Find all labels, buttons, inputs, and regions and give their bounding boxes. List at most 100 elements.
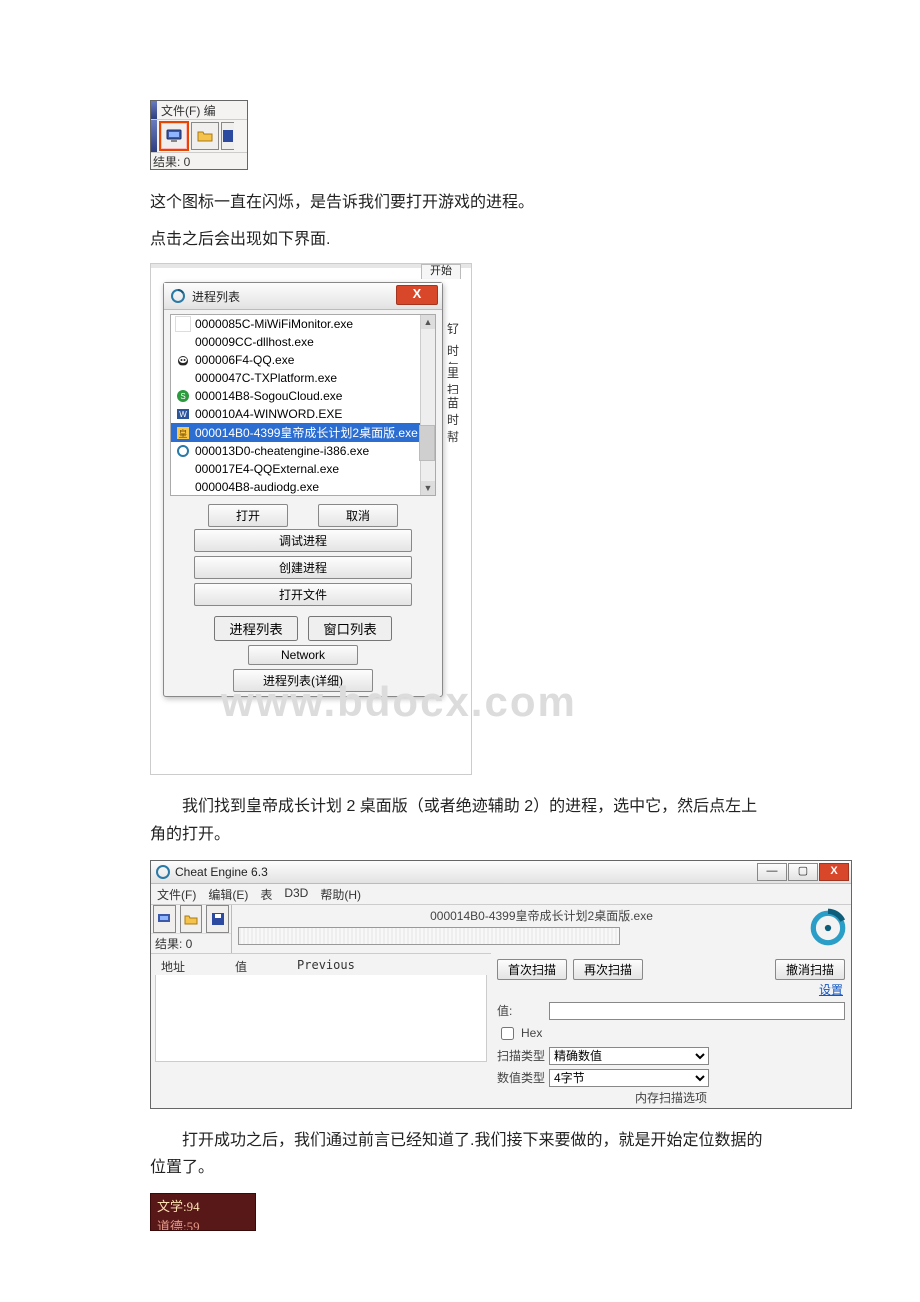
create-process-button[interactable]: 创建进程: [194, 556, 412, 579]
window-title: Cheat Engine 6.3: [175, 865, 268, 879]
col-previous[interactable]: Previous: [297, 958, 355, 975]
process-item[interactable]: 000009CC-dllhost.exe: [171, 333, 435, 351]
undo-scan-button[interactable]: 撤消扫描: [775, 959, 845, 980]
col-value[interactable]: 值: [235, 958, 247, 975]
results-label: 结果: 0: [151, 153, 247, 169]
open-button[interactable]: 打开: [208, 504, 288, 527]
results-area: [155, 975, 487, 1062]
cheat-engine-logo: [807, 907, 849, 949]
paragraph-3: 我们找到皇帝成长计划 2 桌面版（或者绝迹辅助 2）的进程，选中它，然后点左上角…: [150, 793, 770, 847]
cheat-engine-icon: [175, 443, 191, 459]
toolbar-fragment: 文件(F) 编 结果: 0: [150, 100, 248, 170]
scantype-select[interactable]: 精确数值: [549, 1047, 709, 1065]
paragraph-1: 这个图标一直在闪烁，是告诉我们要打开游戏的进程。: [150, 189, 770, 216]
result-columns: 地址 值 Previous: [151, 953, 491, 975]
bg-fragment: 苗时幇: [447, 394, 467, 445]
scrollbar-thumb[interactable]: [419, 425, 435, 461]
process-label: 000006F4-QQ.exe: [195, 353, 294, 367]
save-button[interactable]: [221, 122, 234, 150]
process-item[interactable]: 000006F4-QQ.exe: [171, 351, 435, 369]
open-process-button[interactable]: [153, 905, 176, 933]
process-label: 000009CC-dllhost.exe: [195, 335, 314, 349]
process-list-detail-button[interactable]: 进程列表(详细): [233, 669, 373, 692]
process-label: 0000047C-TXPlatform.exe: [195, 371, 337, 385]
cancel-button[interactable]: 取消: [318, 504, 398, 527]
save-button[interactable]: [206, 905, 229, 933]
process-list-screenshot: 开始 钌 时复制 里扫描 苗时幇 进程列表 X 0000085C-MiWiFiM…: [150, 263, 472, 775]
debug-process-button[interactable]: 调试进程: [194, 529, 412, 552]
process-list-dialog: 进程列表 X 0000085C-MiWiFiMonitor.exe 000009…: [163, 282, 443, 697]
process-item[interactable]: 000017E4-QQExternal.exe: [171, 460, 435, 478]
process-icon: [175, 461, 191, 477]
bg-tab: 开始: [421, 264, 461, 279]
settings-link[interactable]: 设置: [819, 983, 843, 997]
stat-line: 文学:94: [157, 1198, 249, 1216]
qq-icon: [175, 352, 191, 368]
dialog-titlebar: 进程列表 X: [164, 283, 442, 310]
process-item[interactable]: 0000085C-MiWiFiMonitor.exe: [171, 315, 435, 333]
close-button[interactable]: X: [819, 863, 849, 881]
process-item-selected[interactable]: 皇 000014B0-4399皇帝成长计划2桌面版.exe: [171, 423, 435, 442]
scantype-label: 扫描类型: [497, 1047, 545, 1064]
floppy-icon: [210, 911, 226, 927]
folder-open-icon: [183, 911, 199, 927]
minimize-button[interactable]: —: [757, 863, 787, 881]
game-stat-fragment: 文学:94 道德:59: [150, 1193, 256, 1231]
valtype-label: 数值类型: [497, 1069, 545, 1086]
menu-text: 文件(F) 编: [157, 102, 216, 119]
process-listbox[interactable]: 0000085C-MiWiFiMonitor.exe 000009CC-dllh…: [170, 314, 436, 496]
process-label: 000017E4-QQExternal.exe: [195, 462, 339, 476]
cheat-engine-icon: [155, 864, 171, 880]
process-item[interactable]: 000013D0-cheatengine-i386.exe: [171, 442, 435, 460]
process-label: 000010A4-WINWORD.EXE: [195, 407, 342, 421]
window-titlebar: Cheat Engine 6.3 — ▢ X: [151, 861, 851, 884]
process-item[interactable]: S 000014B8-SogouCloud.exe: [171, 387, 435, 405]
open-file-button[interactable]: [191, 122, 219, 150]
value-label: 值:: [497, 1002, 545, 1019]
process-list-button[interactable]: 进程列表: [214, 616, 298, 641]
process-item[interactable]: 000004B8-audiodg.exe: [171, 478, 435, 496]
scrollbar-down-icon[interactable]: ▼: [421, 481, 435, 495]
cheat-engine-icon: [170, 288, 186, 304]
svg-text:W: W: [179, 410, 187, 419]
game-icon: 皇: [175, 425, 191, 441]
network-button[interactable]: Network: [248, 645, 358, 665]
process-item[interactable]: 0000047C-TXPlatform.exe: [171, 369, 435, 387]
process-label: 000004B8-audiodg.exe: [195, 480, 319, 494]
paragraph-2: 点击之后会出现如下界面.: [150, 226, 770, 253]
floppy-icon: [223, 128, 233, 144]
open-process-button[interactable]: [159, 121, 189, 151]
computer-icon: [156, 911, 172, 927]
window-list-button[interactable]: 窗口列表: [308, 616, 392, 641]
open-file-button[interactable]: 打开文件: [194, 583, 412, 606]
menu-table[interactable]: 表: [260, 886, 272, 904]
scrollbar-up-icon[interactable]: ▲: [421, 315, 435, 329]
first-scan-button[interactable]: 首次扫描: [497, 959, 567, 980]
cheat-engine-window: Cheat Engine 6.3 — ▢ X 文件(F) 编辑(E) 表 D3D…: [150, 860, 852, 1109]
open-file-button[interactable]: [180, 905, 203, 933]
col-address[interactable]: 地址: [161, 958, 185, 975]
toolbar-row: [151, 120, 247, 153]
menu-d3d[interactable]: D3D: [284, 886, 308, 904]
valtype-select[interactable]: 4字节: [549, 1069, 709, 1087]
attached-process-label: 000014B0-4399皇帝成长计划2桌面版.exe: [232, 905, 851, 924]
sogou-icon: S: [175, 388, 191, 404]
process-item[interactable]: W 000010A4-WINWORD.EXE: [171, 405, 435, 423]
scrollbar-track[interactable]: [420, 315, 435, 495]
svg-text:S: S: [180, 392, 185, 401]
hex-checkbox[interactable]: [501, 1027, 514, 1040]
menu-help[interactable]: 帮助(H): [320, 886, 361, 904]
progress-bar: [238, 927, 620, 945]
paragraph-4: 打开成功之后，我们通过前言已经知道了.我们接下来要做的，就是开始定位数据的位置了…: [150, 1127, 770, 1181]
process-label: 000013D0-cheatengine-i386.exe: [195, 444, 369, 458]
menu-edit[interactable]: 编辑(E): [208, 886, 248, 904]
maximize-button[interactable]: ▢: [788, 863, 818, 881]
process-label: 0000085C-MiWiFiMonitor.exe: [195, 317, 353, 331]
results-label: 结果: 0: [151, 933, 231, 953]
close-button[interactable]: X: [396, 285, 438, 305]
process-label: 000014B0-4399皇帝成长计划2桌面版.exe: [195, 424, 418, 441]
menu-file[interactable]: 文件(F): [157, 886, 196, 904]
next-scan-button[interactable]: 再次扫描: [573, 959, 643, 980]
value-input[interactable]: [549, 1002, 845, 1020]
menu-bar: 文件(F) 编辑(E) 表 D3D 帮助(H): [151, 884, 851, 905]
